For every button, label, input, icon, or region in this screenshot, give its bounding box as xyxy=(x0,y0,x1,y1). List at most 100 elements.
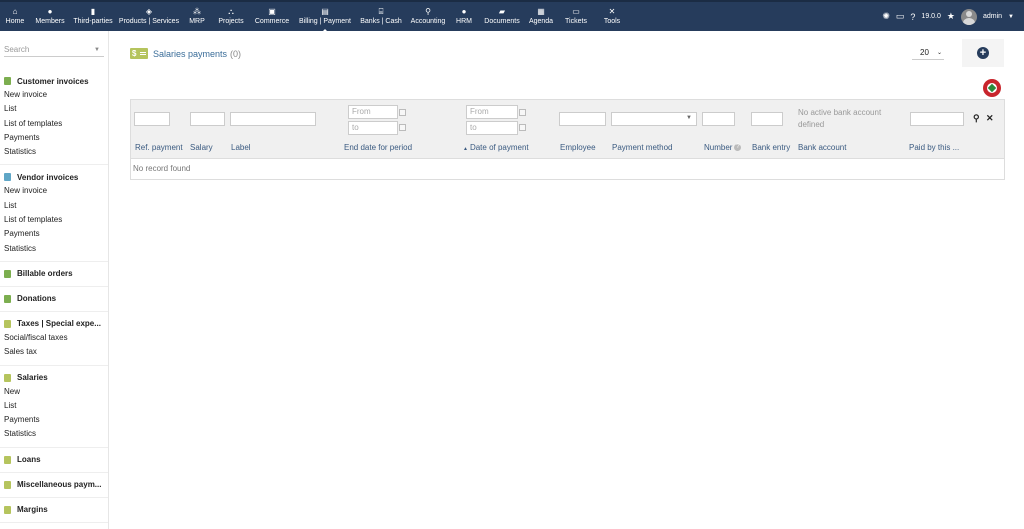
sidebar-section-title[interactable]: Customer invoices xyxy=(4,74,104,88)
filter-number-input[interactable] xyxy=(702,112,735,126)
column-header[interactable]: Employee xyxy=(560,143,596,152)
avatar[interactable] xyxy=(960,8,977,25)
column-header[interactable]: Payment method xyxy=(612,143,672,152)
column-header[interactable]: Ref. payment xyxy=(135,143,183,152)
sidebar-item[interactable]: List xyxy=(4,102,104,116)
column-header[interactable]: End date for period xyxy=(344,143,412,152)
filter-end-date-to[interactable]: to xyxy=(348,121,398,135)
filter-ref-input[interactable] xyxy=(134,112,170,126)
column-header[interactable]: Salary xyxy=(190,143,213,152)
section-icon xyxy=(4,77,11,85)
filter-employee-input[interactable] xyxy=(559,112,606,126)
filter-paid-by-input[interactable] xyxy=(910,112,964,126)
suitcase-icon: ▣ xyxy=(268,7,276,16)
filter-end-date-from[interactable]: From xyxy=(348,105,398,119)
sidebar-block: Loans xyxy=(0,448,108,473)
menu-documents[interactable]: ▰ Documents xyxy=(478,2,526,31)
help-icon[interactable]: ? xyxy=(910,12,915,22)
column-header[interactable]: Bank account xyxy=(798,143,846,152)
header-row: Ref. payment Salary Label End date for peri… xyxy=(131,137,1004,159)
search-icon[interactable]: ⚲ xyxy=(973,113,980,124)
sidebar-item[interactable]: Payments xyxy=(4,413,104,427)
filter-bank-entry-input[interactable] xyxy=(751,112,783,126)
filter-payment-method-select[interactable]: ▼ xyxy=(611,112,697,126)
sidebar-item[interactable]: Statistics xyxy=(4,427,104,441)
menu-tickets[interactable]: ▭ Tickets xyxy=(556,2,596,31)
filter-salary-input[interactable] xyxy=(190,112,225,126)
sidebar-item[interactable]: Sales tax xyxy=(4,345,104,359)
sidebar-item[interactable]: List xyxy=(4,199,104,213)
folder-icon: ▰ xyxy=(498,7,506,16)
chevron-down-icon[interactable]: ▼ xyxy=(94,47,100,53)
filter-payment-date-to[interactable]: to xyxy=(466,121,518,135)
menu-hrm[interactable]: ● HRM xyxy=(450,2,478,31)
invoice-icon: ▤ xyxy=(321,7,329,16)
sidebar-item[interactable]: List xyxy=(4,399,104,413)
menu-accounting[interactable]: ⚲ Accounting xyxy=(406,2,450,31)
menu-home[interactable]: ⌂ Home xyxy=(0,2,30,31)
menu-products-services[interactable]: ◈ Products | Services xyxy=(116,2,182,31)
search-input[interactable]: Search ▼ xyxy=(4,43,104,57)
sidebar-section-title[interactable]: Margins xyxy=(4,503,104,517)
filter-label-input[interactable] xyxy=(230,112,316,126)
sidebar-item[interactable]: Statistics xyxy=(4,242,104,256)
sidebar-section-title[interactable]: Donations xyxy=(4,292,104,306)
menu-mrp[interactable]: ⁂ MRP xyxy=(182,2,212,31)
help-icon[interactable]: ? xyxy=(734,144,742,152)
sidebar-section-title[interactable]: Loans xyxy=(4,453,104,467)
column-header[interactable]: ▲ Date of payment xyxy=(463,143,529,152)
sidebar-item[interactable]: List of templates xyxy=(4,213,104,227)
sidebar-section-label: Donations xyxy=(17,294,57,304)
menu-agenda[interactable]: ▦ Agenda xyxy=(526,2,556,31)
sidebar-section-title[interactable]: Miscellaneous paym... xyxy=(4,478,104,492)
calendar-icon[interactable] xyxy=(519,124,526,131)
sidebar-section-title[interactable]: Billable orders xyxy=(4,267,104,281)
sidebar-item[interactable]: Payments xyxy=(4,131,104,145)
chevron-down-icon[interactable]: ▼ xyxy=(1008,14,1014,20)
menu-commerce[interactable]: ▣ Commerce xyxy=(250,2,294,31)
username-label[interactable]: admin xyxy=(983,13,1002,20)
sidebar-section-title[interactable]: Vendor invoices xyxy=(4,170,104,184)
menu-label: Billing | Payment xyxy=(298,18,351,25)
sidebar-item[interactable]: New invoice xyxy=(4,184,104,198)
menu-members[interactable]: ● Members xyxy=(30,2,70,31)
sidebar-item[interactable]: Social/fiscal taxes xyxy=(4,331,104,345)
section-icon xyxy=(4,319,11,328)
home-icon: ⌂ xyxy=(12,7,18,16)
bank-reconcile-icon[interactable] xyxy=(983,79,1001,97)
sidebar-item[interactable]: New xyxy=(4,385,104,399)
close-icon[interactable]: ✕ xyxy=(986,113,994,124)
calendar-icon[interactable] xyxy=(519,109,526,116)
page-size-select[interactable]: 20 ⌄ xyxy=(912,46,944,60)
print-icon[interactable]: ▭ xyxy=(896,11,905,22)
calendar-icon[interactable] xyxy=(399,109,406,116)
sidebar-section-title[interactable]: Salaries xyxy=(4,371,104,385)
column-header-label: Bank account xyxy=(798,143,847,152)
sidebar-item[interactable]: New invoice xyxy=(4,88,104,102)
menu-tools[interactable]: ✕ Tools xyxy=(596,2,628,31)
column-header[interactable]: Paid by this ... xyxy=(909,143,959,152)
plus-circle-icon: + xyxy=(977,47,989,59)
filter-payment-date-from[interactable]: From xyxy=(466,105,518,119)
column-header[interactable]: Bank entry xyxy=(752,143,790,152)
menu-banks-cash[interactable]: ⌸ Banks | Cash xyxy=(356,2,406,31)
section-icon xyxy=(4,373,11,382)
menu-third-parties[interactable]: ▮ Third-parties xyxy=(70,2,116,31)
column-header-label: Bank entry xyxy=(752,143,791,152)
sidebar-item[interactable]: Statistics xyxy=(4,145,104,159)
sidebar-item[interactable]: List of templates xyxy=(4,117,104,131)
sidebar-section-title[interactable]: Taxes | Special expe... xyxy=(4,317,104,331)
bookmark-star-icon[interactable]: ★ xyxy=(947,11,955,22)
sort-asc-icon: ▲ xyxy=(463,146,468,152)
calendar-icon[interactable] xyxy=(399,124,406,131)
sidebar-item[interactable]: Payments xyxy=(4,227,104,241)
column-header[interactable]: Label xyxy=(231,143,251,152)
column-header-label: Payment method xyxy=(612,143,673,152)
bug-icon[interactable]: ✺ xyxy=(882,11,890,22)
section-icon xyxy=(4,505,11,514)
add-new-button[interactable]: + xyxy=(962,39,1004,67)
menu-projects[interactable]: ⛬ Projects xyxy=(212,2,250,31)
column-header[interactable]: Number? xyxy=(704,143,742,152)
page-size-value: 20 xyxy=(920,48,929,57)
menu-billing-payment[interactable]: ▤ Billing | Payment xyxy=(294,2,356,32)
